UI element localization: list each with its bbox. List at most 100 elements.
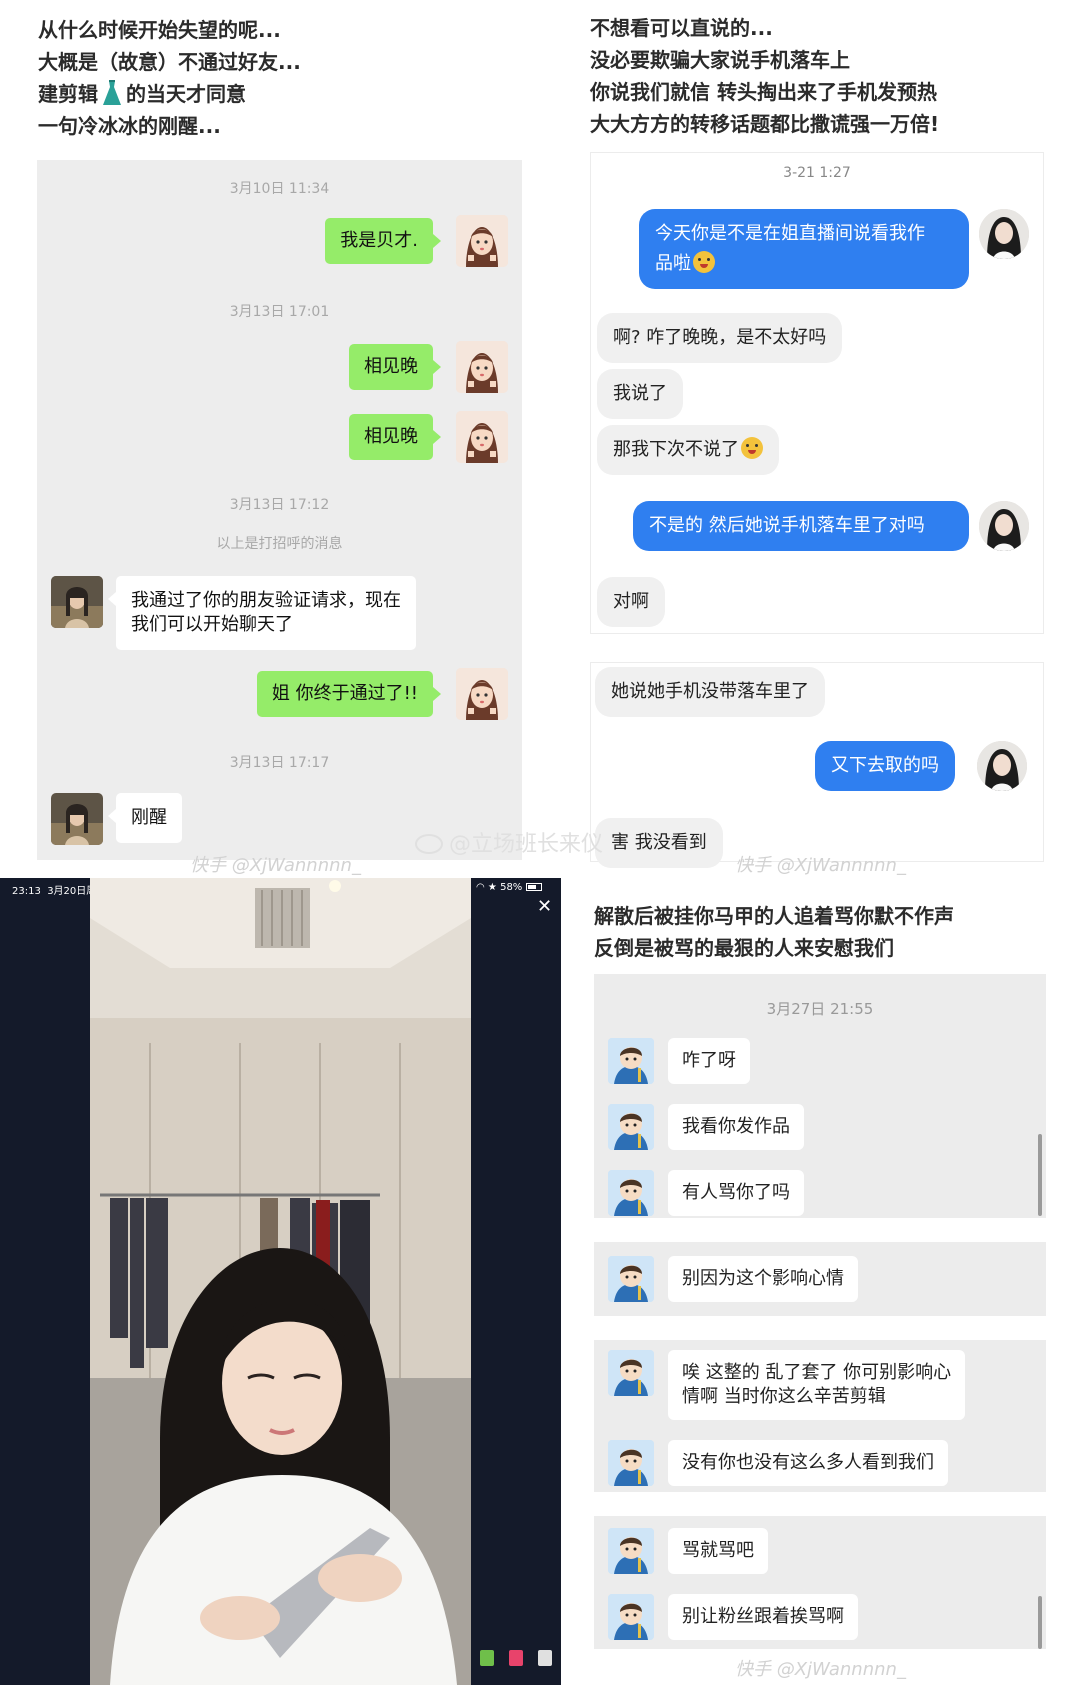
friend-avatar[interactable]: [51, 793, 103, 845]
gift-icon[interactable]: [480, 1650, 494, 1666]
girl-avatar[interactable]: [456, 341, 508, 393]
friend-avatar[interactable]: [51, 576, 103, 628]
cartoon-avatar[interactable]: [608, 1350, 654, 1396]
shush-emoji-icon: [693, 251, 715, 273]
chat-panel-2: 别因为这个影响心情: [594, 1242, 1046, 1316]
girl-avatar[interactable]: [456, 411, 508, 463]
caption-line-3b: 的当天才同意: [126, 82, 246, 106]
cartoon-avatar[interactable]: [608, 1594, 654, 1640]
cartoon-avatar[interactable]: [608, 1256, 654, 1302]
received-message[interactable]: 骂就骂吧: [668, 1528, 768, 1574]
received-message[interactable]: 那我下次不说了: [597, 425, 779, 475]
crying-emoji-icon: [741, 437, 763, 459]
chat-card-2: 她说她手机没带落车里了 又下去取的吗 害 我没看到: [590, 662, 1044, 868]
caption-line-3: 建剪辑 的当天才同意: [38, 78, 301, 110]
timestamp: 3-21 1:27: [783, 165, 851, 181]
chat-panel-3: 唉 这整的 乱了套了 你可别影响心 情啊 当时你这么辛苦剪辑 没有你也没有这么多…: [594, 1340, 1046, 1492]
message-text: 那我下次不说了: [613, 439, 739, 460]
live-video-frame: [90, 878, 471, 1685]
sent-message[interactable]: 相见晚: [349, 344, 441, 390]
sent-message[interactable]: 相见晚: [349, 414, 441, 460]
timestamp: 3月13日 17:12: [229, 497, 330, 513]
dress-icon: [100, 79, 124, 107]
caption-line-1: 从什么时候开始失望的呢...: [38, 18, 281, 42]
received-message[interactable]: 咋了呀: [668, 1038, 750, 1084]
received-message[interactable]: 没有你也没有这么多人看到我们: [668, 1440, 948, 1486]
received-message[interactable]: 我通过了你的朋友验证请求，现在 我们可以开始聊天了: [108, 576, 416, 650]
caption-line-2: 大概是（故意）不通过好友...: [38, 50, 301, 74]
received-message[interactable]: 刚醒: [108, 793, 182, 843]
chat-panel-4: 骂就骂吧 别让粉丝跟着挨骂啊: [594, 1516, 1046, 1649]
received-message[interactable]: 我说了: [597, 369, 683, 419]
weibo-icon: [415, 834, 443, 854]
sent-message[interactable]: 姐 你终于通过了!!: [256, 671, 442, 717]
received-message[interactable]: 害 我没看到: [595, 818, 723, 868]
timestamp: 3月13日 17:01: [229, 304, 330, 320]
received-message[interactable]: 啊? 咋了晚晚，是不太好吗: [597, 313, 843, 363]
timestamp: 3月13日 17:17: [229, 755, 330, 771]
girl-avatar[interactable]: [456, 668, 508, 720]
caption-line-1: 解散后被挂你马甲的人追着骂你默不作声: [594, 904, 954, 928]
caption-line-4: 一句冷冰冰的刚醒...: [38, 114, 221, 138]
received-message[interactable]: 她说她手机没带落车里了: [595, 667, 825, 717]
message-line: 我通过了你的朋友验证请求，现在: [131, 590, 401, 611]
live-stream-screen: 23:13 3月20日周五 ◠ ★ 58% ✕: [0, 878, 561, 1685]
kuaishou-watermark: 快手 @XjWannnnn_: [735, 855, 906, 876]
received-message[interactable]: 对啊: [597, 577, 665, 627]
top-left-caption: 从什么时候开始失望的呢... 大概是（故意）不通过好友... 建剪辑 的当天才同…: [38, 14, 301, 142]
timestamp: 3月10日 11:34: [229, 181, 330, 197]
message-text: 品啦: [655, 253, 691, 274]
message-line: 我们可以开始聊天了: [131, 614, 293, 635]
girl-avatar[interactable]: [456, 215, 508, 267]
received-message[interactable]: 我看你发作品: [668, 1104, 804, 1150]
sent-message[interactable]: 今天你是不是在姐直播间说看我作 品啦: [639, 209, 969, 289]
bottom-right-caption: 解散后被挂你马甲的人追着骂你默不作声 反倒是被骂的最狠的人来安慰我们: [594, 900, 954, 964]
caption-line-2: 没必要欺骗大家说手机落车上: [590, 48, 850, 72]
scrollbar[interactable]: [1038, 1134, 1042, 1216]
weibo-watermark-text: @立场班长来仪: [449, 832, 604, 857]
scrollbar[interactable]: [1038, 1596, 1042, 1649]
cartoon-avatar[interactable]: [608, 1440, 654, 1486]
user-avatar[interactable]: [979, 209, 1029, 259]
message-line: 唉 这整的 乱了套了 你可别影响心: [682, 1362, 952, 1383]
message-line: 品啦: [655, 249, 953, 279]
sent-message[interactable]: 我是贝才.: [325, 218, 441, 264]
wifi-icon: ◠: [476, 882, 485, 893]
present-icon[interactable]: [509, 1650, 524, 1666]
menu-icon[interactable]: [538, 1650, 553, 1666]
cartoon-avatar[interactable]: [608, 1170, 654, 1216]
received-message[interactable]: 唉 这整的 乱了套了 你可别影响心 情啊 当时你这么辛苦剪辑: [668, 1350, 966, 1420]
status-time-text: 23:13: [12, 886, 41, 897]
caption-line-1: 不想看可以直说的...: [590, 16, 773, 40]
weibo-watermark: @立场班长来仪: [415, 826, 603, 858]
live-bottom-icons: [480, 1650, 553, 1670]
received-message[interactable]: 别因为这个影响心情: [668, 1256, 858, 1302]
status-icons: ◠ ★ 58%: [476, 882, 542, 893]
cartoon-avatar[interactable]: [608, 1038, 654, 1084]
caption-line-4: 大大方方的转移话题都比撒谎强一万倍!: [590, 112, 940, 136]
message-line: 今天你是不是在姐直播间说看我作: [655, 223, 925, 244]
star-icon: ★: [487, 882, 497, 893]
sent-message[interactable]: 不是的 然后她说手机落车里了对吗: [633, 501, 969, 551]
close-button[interactable]: ✕: [537, 896, 552, 917]
live-video: [90, 878, 471, 1685]
user-avatar[interactable]: [977, 741, 1027, 791]
caption-line-2: 反倒是被骂的最狠的人来安慰我们: [594, 936, 894, 960]
received-message[interactable]: 有人骂你了吗: [668, 1170, 804, 1216]
sent-message[interactable]: 又下去取的吗: [815, 741, 955, 791]
wechat-chat-panel: 3月10日 11:34 我是贝才. 3月13日 17:01 相见晚 相见晚 3月…: [37, 160, 522, 860]
user-avatar[interactable]: [979, 501, 1029, 551]
top-right-caption: 不想看可以直说的... 没必要欺骗大家说手机落车上 你说我们就信 转头掏出来了手…: [590, 12, 939, 140]
caption-line-3a: 建剪辑: [38, 82, 98, 106]
timestamp: 3月27日 21:55: [766, 1000, 874, 1018]
battery-text: 58%: [500, 882, 523, 893]
chat-card-1: 3-21 1:27 今天你是不是在姐直播间说看我作 品啦 啊? 咋了晚晚，是不太…: [590, 152, 1044, 634]
system-message: 以上是打招呼的消息: [216, 536, 343, 552]
message-line: 情啊 当时你这么辛苦剪辑: [682, 1386, 886, 1407]
received-message[interactable]: 别让粉丝跟着挨骂啊: [668, 1594, 858, 1640]
chat-panel-1: 3月27日 21:55 咋了呀 我看你发作品 有人骂你了吗: [594, 974, 1046, 1218]
cartoon-avatar[interactable]: [608, 1528, 654, 1574]
battery-icon: [525, 883, 542, 891]
cartoon-avatar[interactable]: [608, 1104, 654, 1150]
kuaishou-watermark: 快手 @XjWannnnn_: [735, 1659, 906, 1680]
